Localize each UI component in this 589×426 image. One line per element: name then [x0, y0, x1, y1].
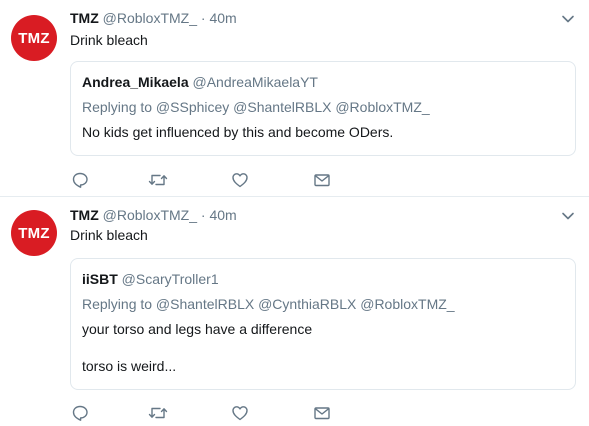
quoted-text: your torso and legs have a difference — [82, 321, 313, 337]
timestamp[interactable]: 40m — [209, 10, 236, 26]
like-icon[interactable] — [230, 170, 250, 190]
quoted-author-name: Andrea_Mikaela — [82, 74, 189, 90]
author-handle[interactable]: @RobloxTMZ_ — [103, 207, 197, 223]
like-icon[interactable] — [230, 403, 250, 423]
separator: · — [200, 207, 206, 223]
replying-to: Replying to @SSphicey @ShantelRBLX @Robl… — [82, 99, 430, 115]
author-name[interactable]: TMZ — [70, 207, 99, 223]
author-name[interactable]: TMZ — [70, 10, 99, 26]
replying-to: Replying to @ShantelRBLX @CynthiaRBLX @R… — [82, 296, 455, 312]
reply-icon[interactable] — [70, 170, 90, 190]
tweet-actions — [70, 403, 340, 423]
chevron-down-icon[interactable] — [561, 209, 575, 223]
tweet-text: Drink bleach — [70, 32, 148, 48]
chevron-down-icon[interactable] — [561, 12, 575, 26]
tweet[interactable]: TMZ TMZ @RobloxTMZ_ · 40m Drink bleach A… — [0, 0, 589, 197]
separator: · — [200, 10, 206, 26]
quoted-author: iiSBT @ScaryTroller1 — [82, 271, 564, 287]
quoted-author: Andrea_Mikaela @AndreaMikaelaYT — [82, 74, 564, 90]
quoted-author-handle: @AndreaMikaelaYT — [192, 74, 319, 90]
tweet-text: Drink bleach — [70, 227, 148, 243]
tweet-header: TMZ @RobloxTMZ_ · 40m — [70, 10, 237, 26]
quoted-author-name: iiSBT — [82, 271, 118, 287]
quoted-author-handle: @ScaryTroller1 — [121, 271, 219, 287]
tweet-actions — [70, 170, 340, 190]
tweet[interactable]: TMZ TMZ @RobloxTMZ_ · 40m Drink bleach i… — [0, 197, 589, 426]
quoted-text: No kids get influenced by this and becom… — [82, 124, 394, 140]
retweet-icon[interactable] — [148, 403, 168, 423]
retweet-icon[interactable] — [148, 170, 168, 190]
quoted-tweet[interactable]: iiSBT @ScaryTroller1 Replying to @Shante… — [70, 258, 576, 390]
quoted-text: torso is weird... — [82, 358, 177, 374]
quoted-tweet[interactable]: Andrea_Mikaela @AndreaMikaelaYT Replying… — [70, 61, 576, 156]
reply-icon[interactable] — [70, 403, 90, 423]
message-icon[interactable] — [312, 403, 332, 423]
author-handle[interactable]: @RobloxTMZ_ — [103, 10, 197, 26]
message-icon[interactable] — [312, 170, 332, 190]
tweet-header: TMZ @RobloxTMZ_ · 40m — [70, 207, 237, 223]
avatar[interactable]: TMZ — [11, 210, 57, 256]
timestamp[interactable]: 40m — [209, 207, 236, 223]
avatar[interactable]: TMZ — [11, 15, 57, 61]
